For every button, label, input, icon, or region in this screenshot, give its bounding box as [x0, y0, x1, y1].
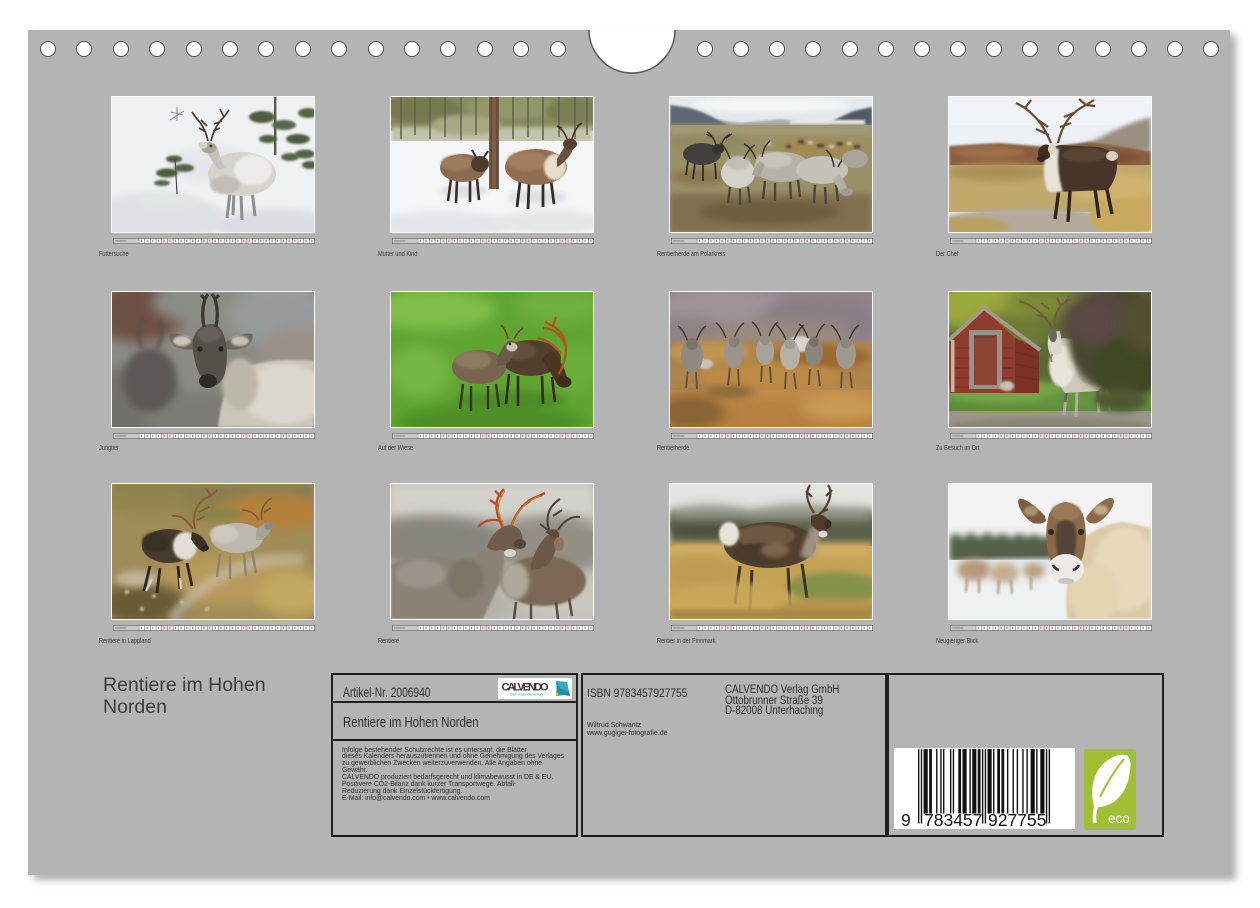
svg-text:Dein Kalenderverlag: Dein Kalenderverlag: [510, 692, 543, 696]
svg-text:783457: 783457: [924, 810, 982, 829]
svg-text:927755: 927755: [988, 810, 1046, 829]
svg-text:9: 9: [901, 810, 911, 829]
svg-text:eco: eco: [1108, 811, 1130, 826]
